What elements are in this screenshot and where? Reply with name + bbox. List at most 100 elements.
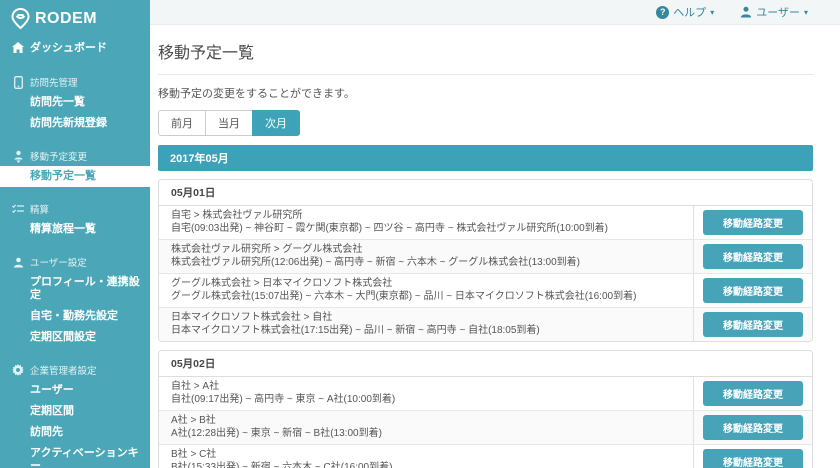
table-row: グーグル株式会社 > 日本マイクロソフト株式会社 グーグル株式会社(15:07出… (159, 274, 812, 308)
trip-route: B社(15:33出発) ~ 新宿 ~ 六本木 ~ C社(16:00到着) (171, 461, 681, 468)
day-panel: 05月01日 自宅 > 株式会社ヴァル研究所 自宅(09:03出発) ~ 神谷町… (158, 179, 813, 342)
help-icon: ? (656, 6, 669, 19)
user-icon (12, 256, 24, 268)
mobile-icon (12, 76, 24, 88)
user-menu-label: ユーザー (756, 4, 800, 20)
trip-route: A社(12:28出発) ~ 東京 ~ 新宿 ~ B社(13:00到着) (171, 427, 681, 440)
sidebar: RODEM ダッシュボード 訪問先管理 訪問先一覧 訪問先新規登録 移動予定変更… (0, 0, 150, 468)
sidebar-section-label: 訪問先管理 (30, 75, 78, 89)
trip-route: 自社(09:17出発) ~ 高円寺 ~ 東京 ~ A社(10:00到着) (171, 393, 681, 406)
change-route-button[interactable]: 移動経路変更 (703, 278, 803, 303)
month-banner: 2017年05月 (158, 145, 813, 171)
day-panel: 05月02日 自社 > A社 自社(09:17出発) ~ 高円寺 ~ 東京 ~ … (158, 350, 813, 468)
sidebar-item-dashboard[interactable]: ダッシュボード (0, 32, 150, 60)
trip-info: 自社 > A社 自社(09:17出発) ~ 高円寺 ~ 東京 ~ A社(10:0… (159, 377, 694, 410)
sidebar-section-admin-settings: 企業管理者設定 ユーザー 定期区間 訪問先 アクティベーションキー 企業設定 (0, 360, 150, 468)
main-content: 移動予定一覧 移動予定の変更をすることができます。 前月 当月 次月 2017年… (150, 25, 840, 468)
change-route-button[interactable]: 移動経路変更 (703, 381, 803, 406)
month-tab-group: 前月 当月 次月 (158, 110, 300, 136)
page-description: 移動予定の変更をすることができます。 (158, 85, 813, 101)
trip-info: 自宅 > 株式会社ヴァル研究所 自宅(09:03出発) ~ 神谷町 ~ 霞ケ関(… (159, 206, 694, 239)
table-row: A社 > B社 A社(12:28出発) ~ 東京 ~ 新宿 ~ B社(13:00… (159, 411, 812, 445)
trip-title: A社 > B社 (171, 414, 681, 427)
topbar: ? ヘルプ ▾ ユーザー ▾ (150, 0, 840, 25)
sidebar-section-user-settings-head[interactable]: ユーザー設定 (0, 252, 150, 272)
day-header: 05月02日 (159, 351, 812, 377)
sidebar-section-visits: 訪問先管理 訪問先一覧 訪問先新規登録 (0, 72, 150, 134)
gear-icon (12, 364, 24, 376)
sidebar-section-label: 企業管理者設定 (30, 363, 97, 377)
sidebar-item-settlement-list[interactable]: 精算旅程一覧 (0, 219, 150, 240)
trip-info: A社 > B社 A社(12:28出発) ~ 東京 ~ 新宿 ~ B社(13:00… (159, 411, 694, 444)
trip-route: 株式会社ヴァル研究所(12:06出発) ~ 高円寺 ~ 新宿 ~ 六本木 ~ グ… (171, 256, 681, 269)
sidebar-item-label: ダッシュボード (30, 39, 107, 55)
rodem-pin-icon (11, 8, 30, 30)
user-menu[interactable]: ユーザー ▾ (740, 4, 808, 20)
help-menu[interactable]: ? ヘルプ ▾ (656, 4, 714, 20)
sidebar-section-settlement: 精算 精算旅程一覧 (0, 199, 150, 240)
day-header: 05月01日 (159, 180, 812, 206)
trip-title: 日本マイクロソフト株式会社 > 自社 (171, 311, 681, 324)
trip-action-cell: 移動経路変更 (694, 308, 812, 341)
table-row: 自宅 > 株式会社ヴァル研究所 自宅(09:03出発) ~ 神谷町 ~ 霞ケ関(… (159, 206, 812, 240)
change-route-button[interactable]: 移動経路変更 (703, 244, 803, 269)
chevron-down-icon: ▾ (804, 8, 808, 17)
table-row: 日本マイクロソフト株式会社 > 自社 日本マイクロソフト株式会社(17:15出発… (159, 308, 812, 341)
sidebar-section-label: 精算 (30, 202, 49, 216)
change-route-button[interactable]: 移動経路変更 (703, 449, 803, 468)
trip-title: 自社 > A社 (171, 380, 681, 393)
change-route-button[interactable]: 移動経路変更 (703, 415, 803, 440)
tab-current-month[interactable]: 当月 (205, 110, 253, 136)
trip-action-cell: 移動経路変更 (694, 274, 812, 307)
sidebar-item-visit-list[interactable]: 訪問先一覧 (0, 92, 150, 113)
trip-action-cell: 移動経路変更 (694, 240, 812, 273)
trip-route: 日本マイクロソフト株式会社(17:15出発) ~ 品川 ~ 新宿 ~ 高円寺 ~… (171, 324, 681, 337)
table-row: B社 > C社 B社(15:33出発) ~ 新宿 ~ 六本木 ~ C社(16:0… (159, 445, 812, 468)
sidebar-section-schedule: 移動予定変更 移動予定一覧 (0, 146, 150, 187)
sidebar-item-admin-visits[interactable]: 訪問先 (0, 422, 150, 443)
sidebar-section-settlement-head[interactable]: 精算 (0, 199, 150, 219)
trip-action-cell: 移動経路変更 (694, 445, 812, 468)
sidebar-section-schedule-head[interactable]: 移動予定変更 (0, 146, 150, 166)
trip-route: グーグル株式会社(15:07出発) ~ 六本木 ~ 大門(東京都) ~ 品川 ~… (171, 290, 681, 303)
sidebar-section-label: ユーザー設定 (30, 255, 87, 269)
trip-title: 株式会社ヴァル研究所 > グーグル株式会社 (171, 243, 681, 256)
trip-info: 日本マイクロソフト株式会社 > 自社 日本マイクロソフト株式会社(17:15出発… (159, 308, 694, 341)
sidebar-item-profile-settings[interactable]: プロフィール・連携設定 (0, 272, 150, 306)
person-pin-icon (12, 150, 24, 162)
table-row: 自社 > A社 自社(09:17出発) ~ 高円寺 ~ 東京 ~ A社(10:0… (159, 377, 812, 411)
change-route-button[interactable]: 移動経路変更 (703, 210, 803, 235)
sidebar-item-home-office-settings[interactable]: 自宅・勤務先設定 (0, 306, 150, 327)
sidebar-item-activation-key[interactable]: アクティベーションキー (0, 443, 150, 468)
sidebar-section-admin-settings-head[interactable]: 企業管理者設定 (0, 360, 150, 380)
trip-action-cell: 移動経路変更 (694, 411, 812, 444)
trip-action-cell: 移動経路変更 (694, 377, 812, 410)
sidebar-item-visit-register[interactable]: 訪問先新規登録 (0, 113, 150, 134)
trip-info: 株式会社ヴァル研究所 > グーグル株式会社 株式会社ヴァル研究所(12:06出発… (159, 240, 694, 273)
sidebar-section-visits-head[interactable]: 訪問先管理 (0, 72, 150, 92)
home-icon (12, 41, 24, 53)
app-logo[interactable]: RODEM (0, 0, 150, 32)
trip-title: 自宅 > 株式会社ヴァル研究所 (171, 209, 681, 222)
sidebar-item-commuter-pass-settings[interactable]: 定期区間設定 (0, 327, 150, 348)
trip-title: グーグル株式会社 > 日本マイクロソフト株式会社 (171, 277, 681, 290)
trip-info: B社 > C社 B社(15:33出発) ~ 新宿 ~ 六本木 ~ C社(16:0… (159, 445, 694, 468)
trip-route: 自宅(09:03出発) ~ 神谷町 ~ 霞ケ関(東京都) ~ 四ツ谷 ~ 高円寺… (171, 222, 681, 235)
trip-title: B社 > C社 (171, 448, 681, 461)
page-title: 移動予定一覧 (158, 35, 813, 75)
user-icon (740, 6, 752, 18)
logo-text: RODEM (35, 10, 97, 28)
change-route-button[interactable]: 移動経路変更 (703, 312, 803, 337)
sidebar-section-label: 移動予定変更 (30, 149, 87, 163)
sidebar-item-admin-users[interactable]: ユーザー (0, 380, 150, 401)
chevron-down-icon: ▾ (710, 8, 714, 17)
sidebar-item-admin-commuter-pass[interactable]: 定期区間 (0, 401, 150, 422)
checklist-icon (12, 203, 24, 215)
trip-info: グーグル株式会社 > 日本マイクロソフト株式会社 グーグル株式会社(15:07出… (159, 274, 694, 307)
trip-action-cell: 移動経路変更 (694, 206, 812, 239)
tab-next-month[interactable]: 次月 (252, 110, 300, 136)
table-row: 株式会社ヴァル研究所 > グーグル株式会社 株式会社ヴァル研究所(12:06出発… (159, 240, 812, 274)
sidebar-item-schedule-list[interactable]: 移動予定一覧 (0, 166, 150, 187)
tab-previous-month[interactable]: 前月 (158, 110, 206, 136)
sidebar-section-user-settings: ユーザー設定 プロフィール・連携設定 自宅・勤務先設定 定期区間設定 (0, 252, 150, 348)
